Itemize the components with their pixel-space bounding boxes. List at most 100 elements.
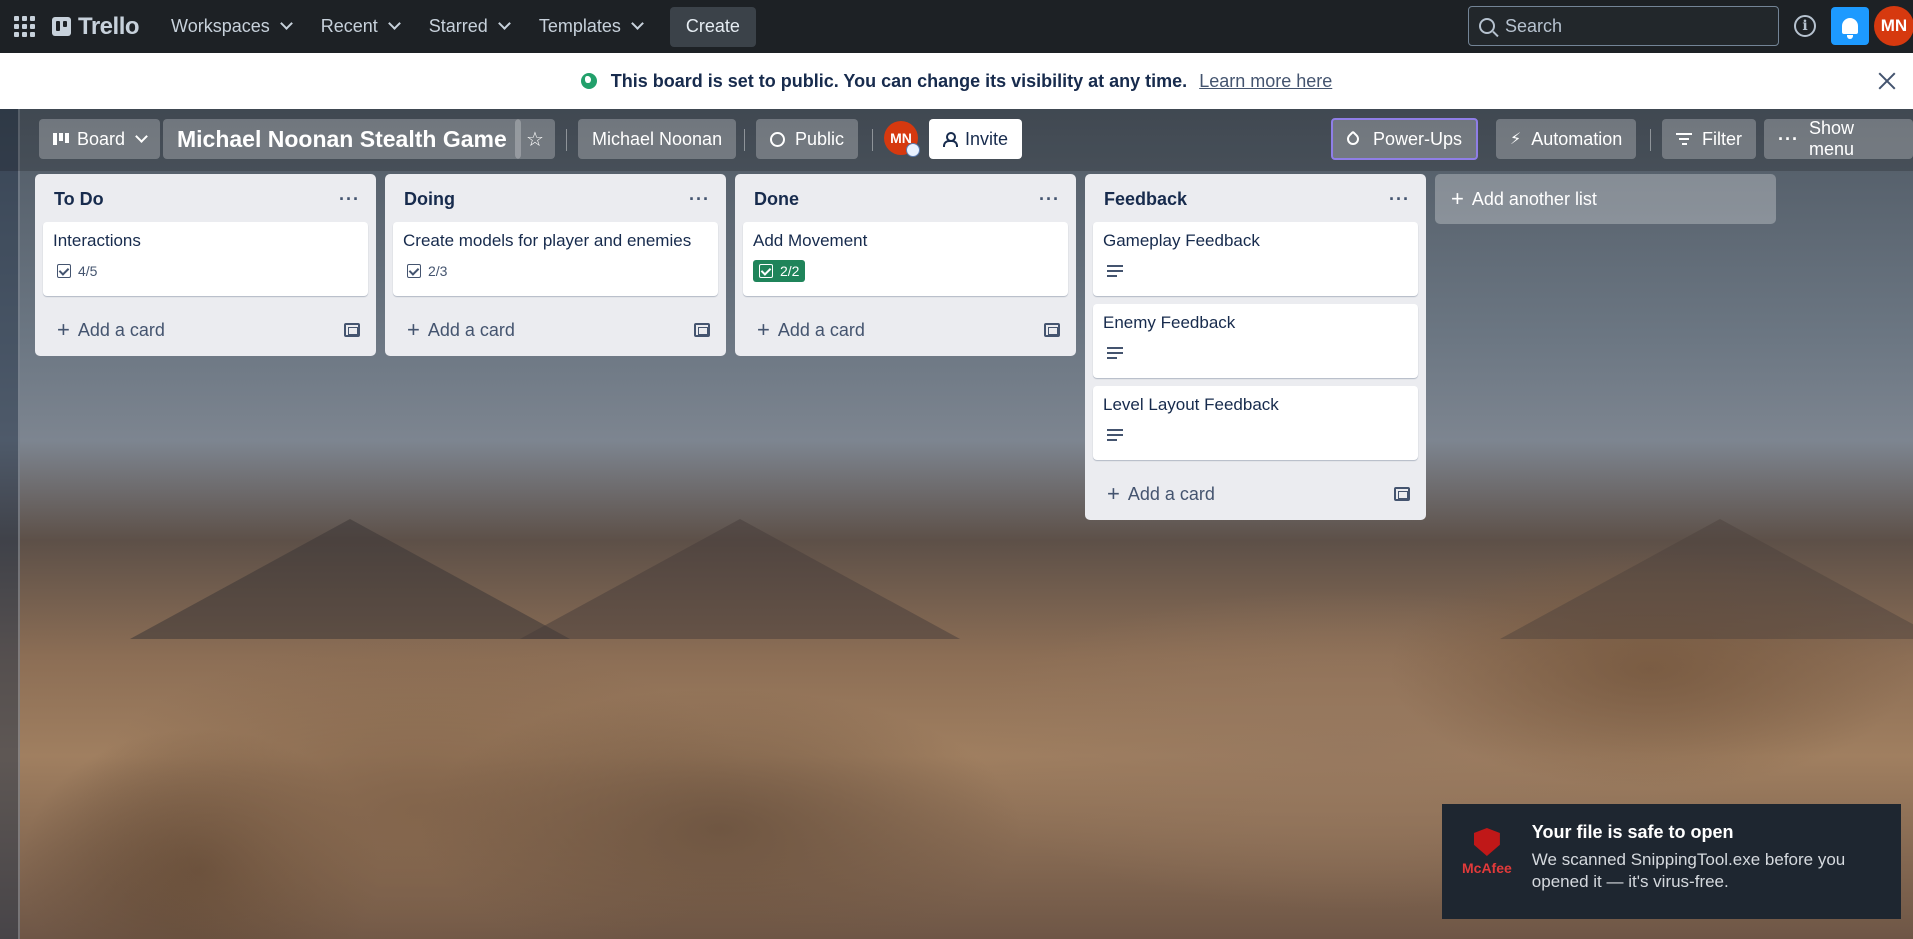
search-icon <box>1479 18 1495 34</box>
chevron-down-icon <box>135 129 148 143</box>
templates-label: Templates <box>538 16 621 36</box>
card-enemy-feedback[interactable]: Enemy Feedback <box>1093 304 1418 378</box>
list-title[interactable]: Feedback <box>1104 189 1187 210</box>
add-card-button[interactable]: + Add a card <box>1107 483 1215 505</box>
description-icon <box>1107 265 1123 277</box>
list-menu-icon[interactable]: ··· <box>1389 189 1410 210</box>
add-card-label: Add a card <box>1127 483 1215 504</box>
checklist-badge: 2/3 <box>403 261 451 281</box>
list-menu-icon[interactable]: ··· <box>689 189 710 210</box>
card-level-layout-feedback[interactable]: Level Layout Feedback <box>1093 386 1418 460</box>
banner-message: This board is set to public. You can cha… <box>610 70 1188 91</box>
board-title[interactable]: Michael Noonan Stealth Game <box>163 119 521 159</box>
list-feedback[interactable]: Feedback ··· Gameplay Feedback Enemy Fee… <box>1085 174 1426 520</box>
list-menu-icon[interactable]: ··· <box>339 189 360 210</box>
checklist-badge: 4/5 <box>53 261 101 281</box>
workspaces-menu[interactable]: Workspaces <box>159 7 303 47</box>
card-title: Gameplay Feedback <box>1103 231 1260 250</box>
background-mountain <box>130 519 570 639</box>
card-title: Interactions <box>53 231 141 250</box>
close-icon[interactable] <box>1873 67 1901 95</box>
workspace-button[interactable]: Michael Noonan <box>578 119 737 159</box>
filter-label: Filter <box>1702 128 1742 149</box>
card-gameplay-feedback[interactable]: Gameplay Feedback <box>1093 222 1418 296</box>
add-card-label: Add a card <box>777 319 865 340</box>
account-avatar[interactable]: MN <box>1874 6 1913 46</box>
mcafee-notification[interactable]: McAfee Your file is safe to open We scan… <box>1442 804 1901 919</box>
board-view-icon <box>53 133 69 145</box>
add-card-button[interactable]: + Add a card <box>757 319 865 341</box>
checklist-complete-badge: 2/2 <box>753 260 806 282</box>
chevron-down-icon <box>630 17 644 30</box>
mcafee-logo: McAfee <box>1462 828 1512 901</box>
list-done[interactable]: Done ··· Add Movement 2/2 + Add a card <box>735 174 1076 356</box>
card-title: Level Layout Feedback <box>1103 395 1279 414</box>
starred-menu[interactable]: Starred <box>417 7 521 47</box>
rocket-icon <box>1344 130 1362 148</box>
card-title: Create models for player and enemies <box>403 231 692 250</box>
add-card-label: Add a card <box>77 319 165 340</box>
top-nav: Trello Workspaces Recent Starred Templat… <box>0 0 1913 53</box>
learn-more-link[interactable]: Learn more here <box>1199 71 1332 92</box>
description-icon <box>1107 347 1123 359</box>
show-menu-button[interactable]: ··· Show menu <box>1764 118 1913 159</box>
card-template-icon[interactable] <box>344 323 360 337</box>
globe-icon <box>770 131 785 147</box>
card-interactions[interactable]: Interactions 4/5 <box>43 222 368 296</box>
power-ups-button[interactable]: Power-Ups <box>1331 118 1479 160</box>
starred-label: Starred <box>428 16 488 36</box>
public-board-banner: This board is set to public. You can cha… <box>0 53 1913 109</box>
plus-icon: + <box>407 317 420 342</box>
checklist-icon <box>759 264 773 278</box>
chevron-down-icon <box>279 17 293 30</box>
visibility-label: Public <box>795 128 845 149</box>
list-to-do[interactable]: To Do ··· Interactions 4/5 + Add a card <box>35 174 376 356</box>
info-icon[interactable]: i <box>1794 15 1816 37</box>
trello-logo-icon <box>52 17 71 36</box>
add-list-button[interactable]: + Add another list <box>1435 174 1776 224</box>
trello-logo[interactable]: Trello <box>52 13 140 41</box>
bell-icon <box>1842 18 1858 39</box>
card-template-icon[interactable] <box>694 323 710 337</box>
checklist-icon <box>407 264 421 278</box>
description-icon <box>1107 429 1123 441</box>
checklist-count: 2/3 <box>428 263 448 279</box>
notifications-button[interactable] <box>1831 7 1869 45</box>
card-template-icon[interactable] <box>1394 487 1410 501</box>
list-menu-icon[interactable]: ··· <box>1039 189 1060 210</box>
board-view-switcher[interactable]: Board <box>39 119 161 159</box>
recent-menu[interactable]: Recent <box>309 7 411 47</box>
list-doing[interactable]: Doing ··· Create models for player and e… <box>385 174 726 356</box>
filter-button[interactable]: Filter <box>1662 119 1756 159</box>
add-card-button[interactable]: + Add a card <box>57 319 165 341</box>
board-view-label: Board <box>77 128 126 149</box>
add-card-button[interactable]: + Add a card <box>407 319 515 341</box>
card-template-icon[interactable] <box>1044 323 1060 337</box>
plus-icon: + <box>1451 186 1464 211</box>
card-title: Enemy Feedback <box>1103 313 1236 332</box>
lightning-icon: ⚡ <box>1510 131 1522 148</box>
visibility-button[interactable]: Public <box>756 119 859 159</box>
plus-icon: + <box>1107 481 1120 506</box>
invite-button[interactable]: Invite <box>929 119 1023 159</box>
app-switcher-icon[interactable] <box>14 15 36 38</box>
automation-button[interactable]: ⚡ Automation <box>1496 119 1637 159</box>
list-title[interactable]: To Do <box>54 189 104 210</box>
card-create-models[interactable]: Create models for player and enemies 2/3 <box>393 222 718 296</box>
create-button[interactable]: Create <box>669 6 756 47</box>
templates-menu[interactable]: Templates <box>527 7 654 47</box>
member-avatar[interactable]: MN <box>884 121 920 157</box>
list-title[interactable]: Doing <box>404 189 455 210</box>
card-add-movement[interactable]: Add Movement 2/2 <box>743 222 1068 296</box>
toast-body: We scanned SnippingTool.exe before you o… <box>1531 850 1846 892</box>
list-title[interactable]: Done <box>754 189 799 210</box>
recent-label: Recent <box>320 16 378 36</box>
search-input[interactable]: Search <box>1468 6 1779 46</box>
card-title: Add Movement <box>753 231 868 250</box>
more-icon: ··· <box>1778 128 1799 149</box>
checklist-count: 2/2 <box>780 263 800 279</box>
checklist-icon <box>57 264 71 278</box>
background-mountain <box>1500 519 1913 639</box>
star-board-button[interactable]: ☆ <box>515 119 555 159</box>
globe-icon <box>580 73 597 89</box>
